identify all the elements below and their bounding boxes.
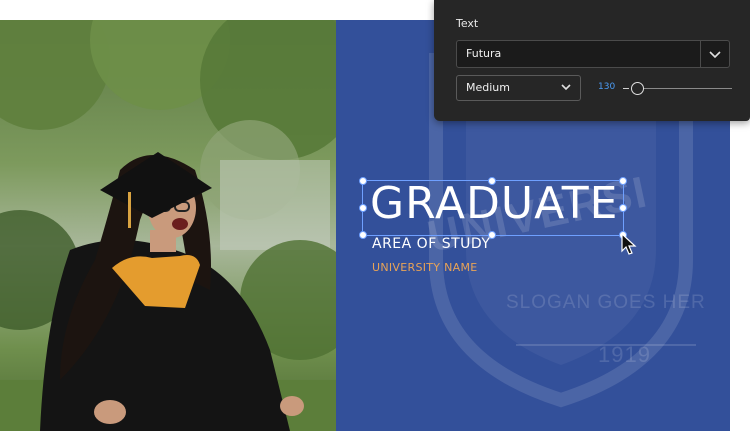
font-family-value: Futura (466, 47, 502, 60)
resize-handle-left[interactable] (359, 204, 367, 212)
area-of-study-text[interactable]: AREA OF STUDY (372, 236, 490, 252)
photo-illustration (0, 20, 336, 431)
font-family-dropdown[interactable]: Futura (456, 40, 730, 68)
font-size-value[interactable]: 130 (598, 82, 615, 92)
mouse-cursor-icon (621, 232, 637, 255)
panel-heading: Text (456, 17, 479, 30)
graduate-photo (0, 20, 336, 431)
chevron-down-icon (709, 51, 721, 59)
font-family-dropdown-button[interactable] (700, 41, 729, 67)
font-size-slider-track[interactable] (632, 88, 732, 89)
font-weight-value: Medium (466, 81, 510, 94)
university-name-text[interactable]: UNIVERSITY NAME (372, 261, 478, 274)
font-weight-dropdown[interactable]: Medium (456, 75, 581, 101)
resize-handle-bottom-left[interactable] (359, 231, 367, 239)
watermark-year: 1919 (598, 342, 651, 367)
resize-handle-right[interactable] (619, 204, 627, 212)
watermark-slogan: SLOGAN GOES HER (506, 292, 706, 313)
graduate-title-text[interactable]: GRADUATE (370, 178, 618, 229)
resize-handle-top-left[interactable] (359, 177, 367, 185)
text-properties-panel: Text Futura Medium 130 (434, 0, 750, 121)
decrease-size-icon[interactable] (623, 88, 629, 89)
resize-handle-top-right[interactable] (619, 177, 627, 185)
chevron-down-icon (561, 84, 571, 91)
font-size-slider-thumb[interactable] (631, 82, 644, 95)
